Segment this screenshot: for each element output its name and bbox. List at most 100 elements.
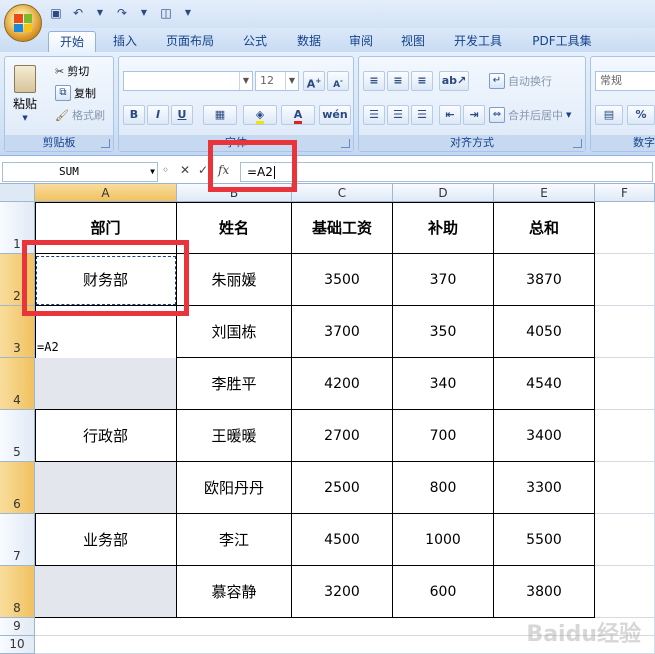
cancel-icon[interactable]: ✕ [180,163,190,177]
undo-dropdown-icon[interactable]: ▼ [92,5,108,21]
formula-input[interactable]: =A2 [240,162,653,182]
base-salary-cell[interactable]: 4500 [292,514,393,566]
font-size-combo[interactable]: 12 ▼ [255,71,299,91]
align-bottom-button[interactable]: ≡ [411,71,433,91]
fill-color-button[interactable]: ◈ [243,105,277,125]
merge-center-button[interactable]: ⇔ 合并后居中 ▼ [489,107,571,123]
column-header-d[interactable]: D [393,184,494,202]
tab-view[interactable]: 视图 [392,31,434,52]
grid-cell[interactable] [595,566,655,618]
tab-page-layout[interactable]: 页面布局 [158,31,222,52]
undo-icon[interactable]: ↶ [70,5,86,21]
paste-button[interactable]: 粘贴 ▼ [13,65,37,122]
office-button[interactable] [4,4,42,42]
italic-button[interactable]: I [147,105,169,125]
grid-cell[interactable] [595,202,655,254]
underline-button[interactable]: U [171,105,193,125]
row-header-6[interactable]: 6 [0,462,35,514]
bold-button[interactable]: B [123,105,145,125]
row-header-5[interactable]: 5 [0,410,35,462]
phonetic-button[interactable]: wén [319,105,351,125]
wrap-text-button[interactable]: ↵ 自动换行 [489,73,552,89]
base-salary-cell[interactable]: 3200 [292,566,393,618]
tab-pdf-tools[interactable]: PDF工具集 [522,31,602,52]
tab-home[interactable]: 开始 [48,31,96,52]
grid-cell[interactable] [595,254,655,306]
header-cell-allowance[interactable]: 补助 [393,202,494,254]
align-right-button[interactable]: ☰ [411,105,433,125]
borders-button[interactable]: ▦ [203,105,237,125]
redo-dropdown-icon[interactable]: ▼ [136,5,152,21]
allowance-cell[interactable]: 370 [393,254,494,306]
alignment-launcher-icon[interactable] [573,139,582,148]
decrease-indent-button[interactable]: ⇤ [439,105,461,125]
allowance-cell[interactable]: 340 [393,358,494,410]
allowance-cell[interactable]: 1000 [393,514,494,566]
accounting-format-button[interactable]: ▤ [595,105,623,125]
increase-indent-button[interactable]: ⇥ [463,105,485,125]
total-cell[interactable]: 4050 [494,306,595,358]
total-cell[interactable]: 3300 [494,462,595,514]
name-cell[interactable]: 李胜平 [177,358,292,410]
name-cell[interactable]: 慕容静 [177,566,292,618]
name-cell[interactable]: 刘国栋 [177,306,292,358]
total-cell[interactable]: 5500 [494,514,595,566]
allowance-cell[interactable]: 800 [393,462,494,514]
base-salary-cell[interactable]: 3700 [292,306,393,358]
tab-review[interactable]: 审阅 [340,31,382,52]
name-cell[interactable]: 李江 [177,514,292,566]
number-format-combo[interactable]: 常规 [595,71,655,91]
column-header-c[interactable]: C [292,184,393,202]
save-icon[interactable]: ▣ [48,5,64,21]
tab-formulas[interactable]: 公式 [234,31,276,52]
name-cell[interactable]: 王暖暖 [177,410,292,462]
align-middle-button[interactable]: ≡ [387,71,409,91]
font-name-combo[interactable]: ▼ [123,71,253,91]
row-header-10[interactable]: 10 [0,636,35,654]
name-cell[interactable]: 朱丽媛 [177,254,292,306]
row-header-7[interactable]: 7 [0,514,35,566]
allowance-cell[interactable]: 700 [393,410,494,462]
allowance-cell[interactable]: 600 [393,566,494,618]
customize-qat-icon[interactable]: ▼ [180,5,196,21]
copy-button[interactable]: ⧉ 复制 [55,85,96,101]
enter-icon[interactable]: ✓ [198,163,208,177]
name-cell[interactable]: 欧阳丹丹 [177,462,292,514]
total-cell[interactable]: 3870 [494,254,595,306]
align-left-button[interactable]: ☰ [363,105,385,125]
select-all-corner[interactable] [0,184,35,202]
total-cell[interactable]: 3800 [494,566,595,618]
font-color-button[interactable]: A [281,105,315,125]
header-cell-base-salary[interactable]: 基础工资 [292,202,393,254]
tab-insert[interactable]: 插入 [104,31,146,52]
header-cell-name[interactable]: 姓名 [177,202,292,254]
header-cell-total[interactable]: 总和 [494,202,595,254]
base-salary-cell[interactable]: 2700 [292,410,393,462]
format-painter-button[interactable]: 🖌 格式刷 [55,107,105,123]
base-salary-cell[interactable]: 2500 [292,462,393,514]
orientation-button[interactable]: ab↗ [439,71,469,91]
base-salary-cell[interactable]: 4200 [292,358,393,410]
tab-developer[interactable]: 开发工具 [446,31,510,52]
column-header-e[interactable]: E [494,184,595,202]
allowance-cell[interactable]: 350 [393,306,494,358]
percent-button[interactable]: % [627,105,655,125]
row-header-8[interactable]: 8 [0,566,35,618]
dept-cell-a4[interactable] [35,358,177,410]
grow-font-button[interactable]: A+ [303,71,325,91]
total-cell[interactable]: 4540 [494,358,595,410]
cut-button[interactable]: ✂ 剪切 [55,63,89,79]
align-center-button[interactable]: ☰ [387,105,409,125]
camera-icon[interactable]: ◫ [158,5,174,21]
grid-cell[interactable] [595,306,655,358]
grid-cell[interactable] [595,462,655,514]
column-header-f[interactable]: F [595,184,655,202]
total-cell[interactable]: 3400 [494,410,595,462]
row-header-9[interactable]: 9 [0,618,35,636]
tab-data[interactable]: 数据 [288,31,330,52]
name-box[interactable]: SUM ▼ [2,162,158,182]
row-header-4[interactable]: 4 [0,358,35,410]
align-top-button[interactable]: ≡ [363,71,385,91]
grid-cell[interactable] [595,514,655,566]
grid-cell[interactable] [595,410,655,462]
